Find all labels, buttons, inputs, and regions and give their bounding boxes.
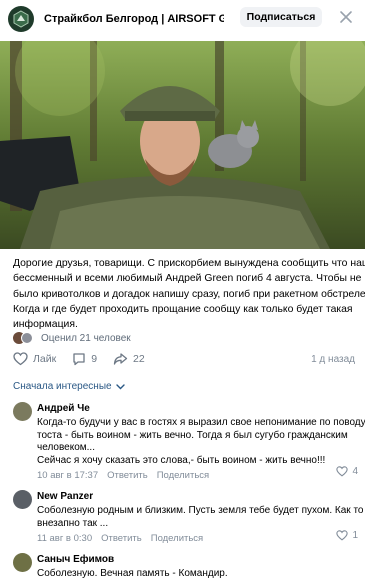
comment-icon	[73, 353, 85, 366]
heart-icon	[336, 466, 349, 477]
rated-count: Оценил 21 человек	[41, 332, 131, 344]
comments-sort-dropdown[interactable]: Сначала интересные	[13, 381, 125, 392]
comment-like-button[interactable]: 1	[336, 530, 358, 541]
comments-count: 9	[91, 353, 98, 365]
post-text-line: Когда и где будет проходить прощание соо…	[13, 303, 353, 315]
comment-line: человеком...	[37, 442, 95, 453]
heart-icon	[336, 530, 349, 541]
comment-date[interactable]: 11 авг в 0:30	[37, 533, 92, 544]
commenter-avatar[interactable]	[13, 402, 32, 421]
comment-line: тоста - быть воином - жить вечно. Тогда …	[37, 429, 348, 441]
comment-line: Когда-то будучи у вас в гостях я выразил…	[37, 417, 365, 428]
comment-line: Соболезную родным и близким. Пусть земля…	[37, 505, 364, 516]
post-text-line: было кривотолков и догадок напишу сразу,…	[13, 288, 365, 300]
reply-button[interactable]: Ответить	[101, 533, 142, 544]
post-photo[interactable]	[0, 41, 365, 249]
commenter-name[interactable]: Саныч Ефимов	[37, 553, 355, 566]
comment-text: Когда-то будучи у вас в гостях я выразил…	[37, 417, 365, 467]
share-comment-button[interactable]: Поделиться	[157, 470, 209, 481]
like-button[interactable]: Лайк	[13, 352, 56, 366]
commenter-avatar[interactable]	[13, 490, 32, 509]
post-text-line: бессменный и всеми любимый Андрей Green …	[13, 273, 362, 285]
post-header: Страйкбол Белгород | AIRSOFT GAME | Подп…	[0, 0, 365, 38]
comment-text: Соболезную родным и близким. Пусть земля…	[37, 505, 364, 530]
post-actions: Лайк 9 22 1 д назад	[13, 351, 355, 367]
comment-meta: 10 авг в 17:37 Ответить Поделиться	[37, 470, 355, 481]
comment-date[interactable]: 10 авг в 17:37	[37, 470, 98, 481]
comment-likes-count: 1	[352, 530, 358, 541]
soldier-with-cat-photo	[0, 41, 365, 249]
comment-item: New Panzer Соболезную родным и близким. …	[13, 490, 364, 544]
share-icon	[113, 353, 128, 365]
comment-meta: 11 авг в 0:30 Ответить Поделиться	[37, 533, 355, 544]
subscribe-button[interactable]: Подписаться	[240, 7, 322, 27]
post-text: Дорогие друзья, товарищи. С прискорбием …	[13, 256, 365, 332]
close-icon[interactable]	[338, 9, 354, 25]
commenter-name[interactable]: New Panzer	[37, 490, 355, 503]
shares-count: 22	[133, 353, 145, 365]
comments-button[interactable]: 9	[72, 352, 97, 366]
comment-likes-count: 4	[352, 466, 358, 477]
comment-line: Сейчас я хочу сказать это слова,- быть в…	[37, 454, 326, 466]
reactions-summary[interactable]: Оценил 21 человек	[13, 331, 131, 345]
comment-line: внезапно так ...	[37, 517, 109, 529]
post-text-line: Дорогие друзья, товарищи. С прискорбием …	[13, 258, 365, 269]
like-label: Лайк	[33, 353, 57, 365]
comment-item: Саныч Ефимов Соболезную. Вечная память -…	[13, 553, 358, 581]
group-avatar[interactable]	[8, 6, 34, 32]
group-name[interactable]: Страйкбол Белгород | AIRSOFT GAME |	[44, 13, 224, 25]
comment-item: Андрей Че Когда-то будучи у вас в гостях…	[13, 402, 365, 481]
reply-button[interactable]: Ответить	[107, 470, 148, 481]
sort-label: Сначала интересные	[13, 381, 112, 392]
comment-like-button[interactable]: 4	[336, 466, 358, 477]
comment-line: Соболезную. Вечная память - Командир.	[37, 568, 228, 579]
chevron-down-icon	[115, 383, 125, 389]
commenter-name[interactable]: Андрей Че	[37, 402, 355, 415]
share-button[interactable]: 22	[113, 352, 145, 366]
post-time[interactable]: 1 д назад	[311, 354, 355, 365]
commenter-avatar[interactable]	[13, 553, 32, 572]
share-comment-button[interactable]: Поделиться	[151, 533, 203, 544]
comment-text: Соболезную. Вечная память - Командир.	[37, 568, 355, 581]
reactor-avatar	[21, 332, 33, 344]
group-logo-icon	[13, 10, 29, 28]
heart-icon	[13, 352, 28, 366]
